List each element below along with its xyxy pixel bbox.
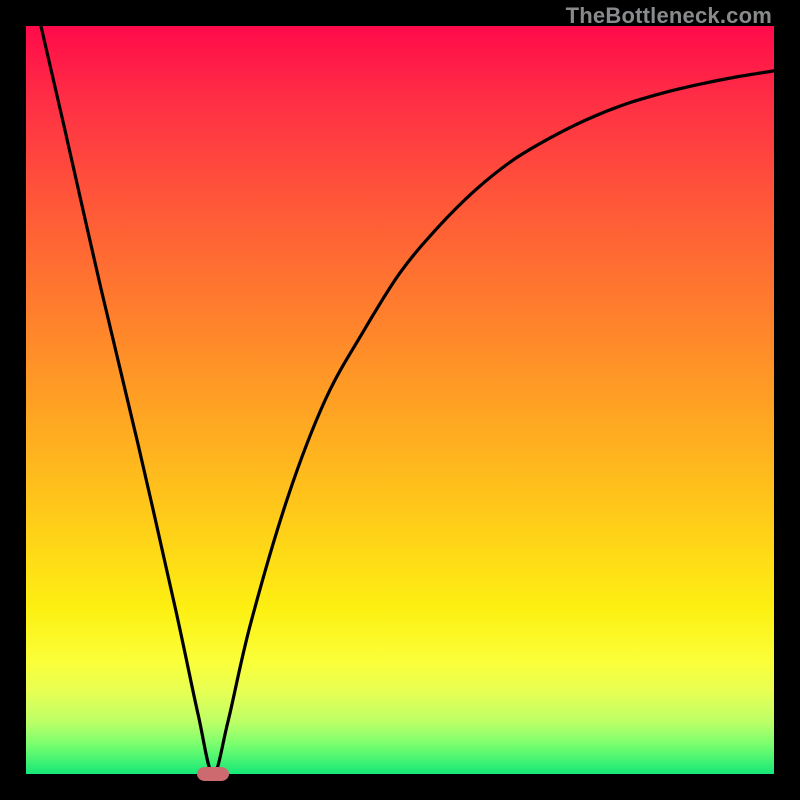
bottleneck-curve-line	[41, 26, 774, 774]
plot-area	[26, 26, 774, 774]
optimal-point-marker	[197, 767, 229, 781]
curve-svg	[26, 26, 774, 774]
chart-frame: TheBottleneck.com	[0, 0, 800, 800]
